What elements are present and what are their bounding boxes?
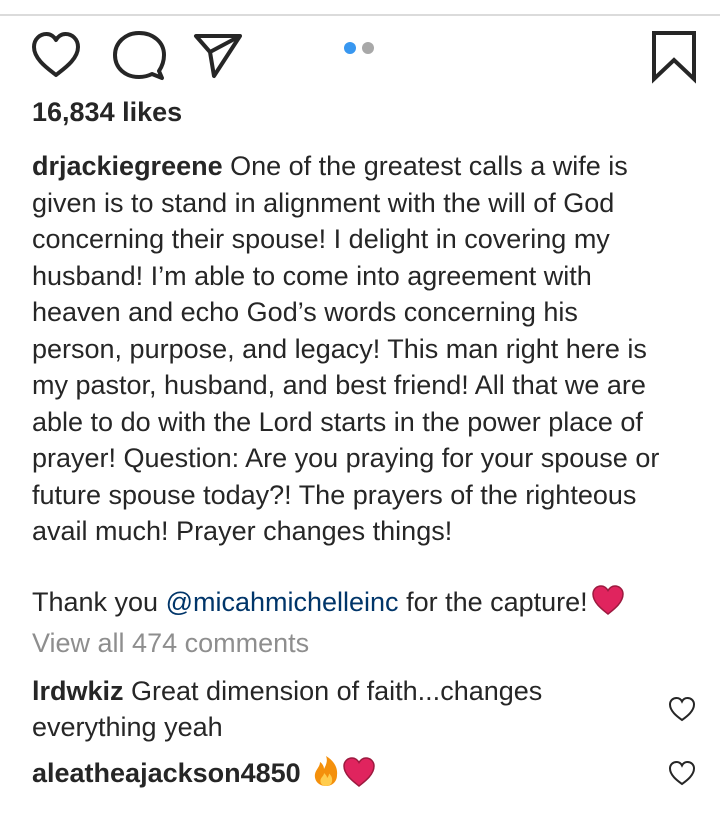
top-divider (0, 14, 720, 16)
comment-like-heart-icon[interactable] (668, 760, 696, 791)
comment-username[interactable]: aleatheajackson4850 (32, 758, 301, 788)
mention-link[interactable]: @micahmichelleinc (166, 587, 399, 617)
carousel-dot-active (344, 42, 356, 54)
bookmark-icon[interactable] (650, 30, 698, 84)
comment-bubble-icon[interactable] (112, 30, 166, 82)
likes-count[interactable]: 16,834 likes (32, 97, 182, 128)
red-heart-emoji-icon (342, 757, 375, 796)
post-action-bar (0, 28, 720, 88)
caption-username[interactable]: drjackiegreene (32, 151, 223, 181)
carousel-dot (362, 42, 374, 54)
carousel-indicator (344, 42, 374, 54)
red-heart-emoji-icon (591, 585, 624, 624)
thanks-suffix: for the capture! (398, 587, 588, 617)
comment-like-heart-icon[interactable] (668, 696, 696, 727)
post-caption: drjackiegreene One of the greatest calls… (32, 148, 697, 550)
comment-item: lrdwkiz Great dimension of faith...chang… (32, 673, 632, 745)
comment-item: aleatheajackson4850 (32, 755, 632, 796)
caption-text: One of the greatest calls a wife is give… (32, 151, 660, 546)
like-heart-icon[interactable] (30, 30, 82, 82)
paper-plane-icon[interactable] (192, 30, 244, 82)
caption-thanks-line: Thank you @micahmichelleinc for the capt… (32, 584, 712, 624)
comment-username[interactable]: lrdwkiz (32, 676, 124, 706)
view-all-comments-link[interactable]: View all 474 comments (32, 628, 309, 659)
fire-emoji-icon (311, 755, 341, 796)
thanks-prefix: Thank you (32, 587, 166, 617)
